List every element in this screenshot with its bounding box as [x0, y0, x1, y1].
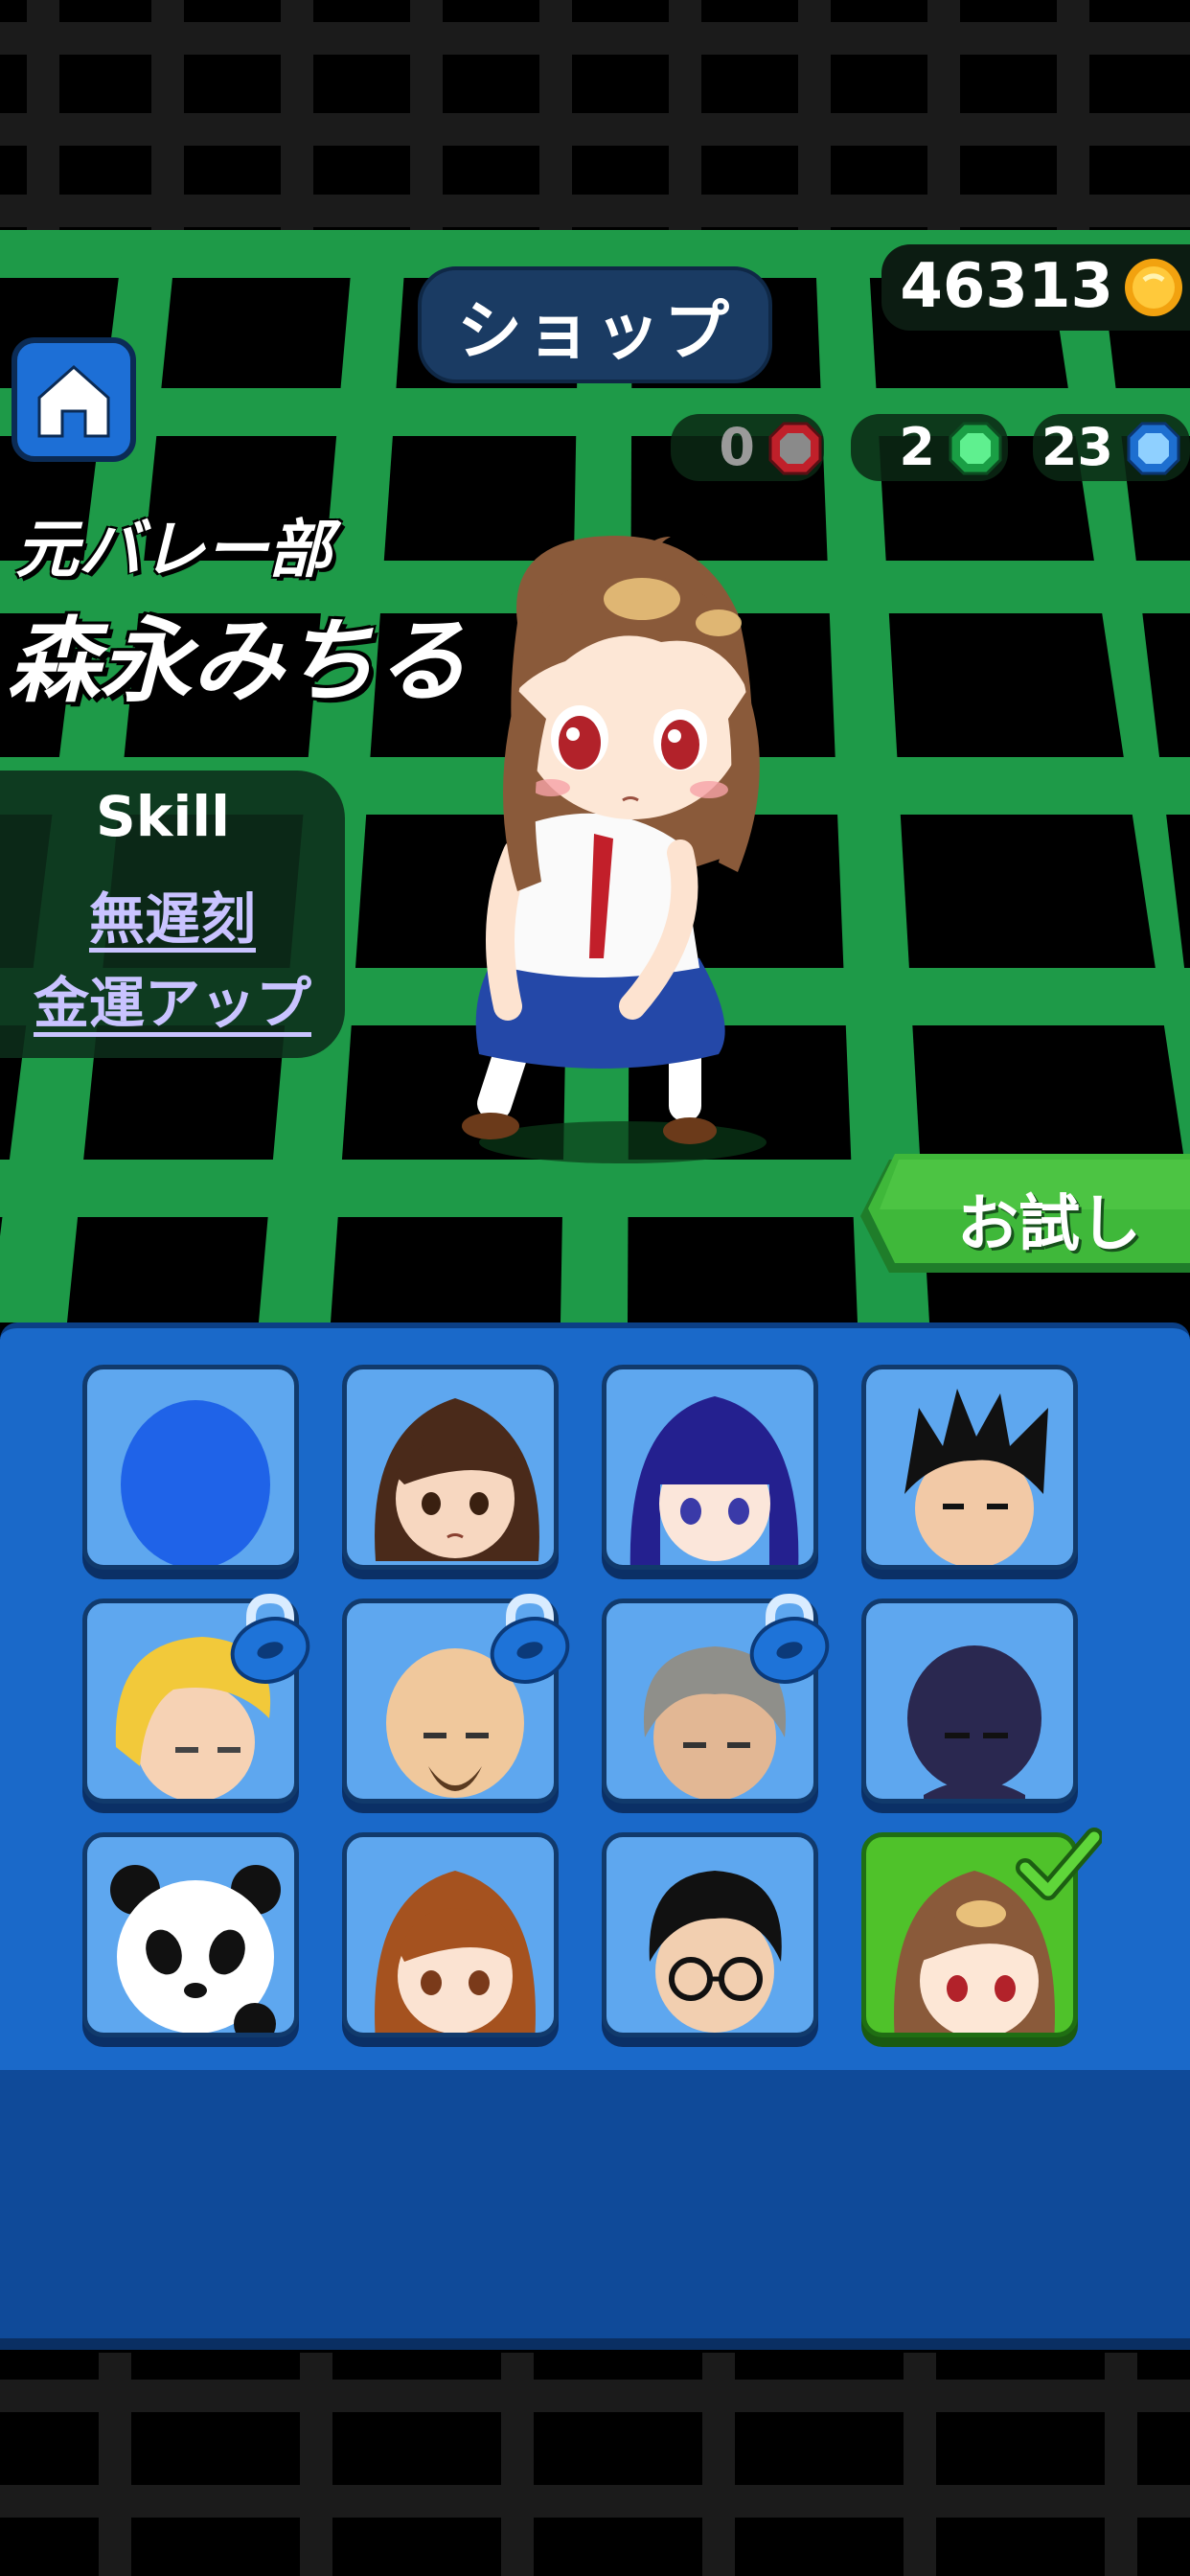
brown-hair-girl-portrait: [375, 1398, 539, 1561]
blue-gem-count: 23: [1041, 417, 1113, 477]
character-subtitle: 元バレー部: [15, 513, 332, 586]
character-slot-blue-hair-girl[interactable]: [602, 1365, 818, 1570]
character-slot-brown-hair-girl[interactable]: [342, 1365, 559, 1570]
panda-portrait: [110, 1865, 281, 2033]
panel-edge: [0, 2338, 1190, 2350]
character-slot-panda[interactable]: [82, 1832, 299, 2037]
try-button-label[interactable]: お試し: [920, 1175, 1179, 1263]
coin-count: 46313: [900, 251, 1113, 322]
glasses-man-portrait: [649, 1871, 782, 2033]
character-slot-black-spiky-hair-boy[interactable]: [861, 1365, 1078, 1570]
home-icon: [37, 364, 110, 438]
auburn-hair-girl-portrait: [375, 1871, 536, 2033]
home-button[interactable]: [11, 337, 136, 462]
red-gem-count: 0: [719, 417, 755, 477]
coin-icon: [1125, 259, 1182, 316]
character-name: 森永みちる: [8, 608, 468, 715]
character-slot-blue-silhouette[interactable]: [82, 1365, 299, 1570]
character-slot-shadow-ninja[interactable]: [861, 1598, 1078, 1804]
green-gem-icon: [949, 422, 1002, 475]
shadow-ninja-portrait: [907, 1645, 1041, 1799]
character-preview: [462, 536, 767, 1163]
skill-title: Skill: [96, 784, 230, 849]
blue-silhouette-portrait: [121, 1400, 270, 1565]
lock-icon: [490, 1593, 570, 1684]
blue-hair-girl-portrait: [629, 1396, 799, 1565]
check-icon: [1016, 1828, 1102, 1900]
lock-icon: [749, 1593, 830, 1684]
skill-link-punctual[interactable]: 無遅刻: [0, 874, 345, 954]
skill-link-money-luck[interactable]: 金運アップ: [0, 958, 345, 1039]
blue-gem-icon: [1127, 422, 1180, 475]
panel-footer: [0, 2070, 1190, 2343]
character-slot-auburn-hair-girl[interactable]: [342, 1832, 559, 2037]
game-screen: ショップ 46313 0 2 23 元バレー部 森永みちる Skill 無遅刻 …: [0, 0, 1190, 2576]
red-gem-icon: [768, 422, 822, 475]
black-spiky-hair-boy-portrait: [904, 1389, 1048, 1565]
shop-title: ショップ: [418, 266, 772, 383]
lock-icon: [230, 1593, 310, 1684]
character-slot-glasses-man[interactable]: [602, 1832, 818, 2037]
green-gem-count: 2: [899, 417, 935, 477]
